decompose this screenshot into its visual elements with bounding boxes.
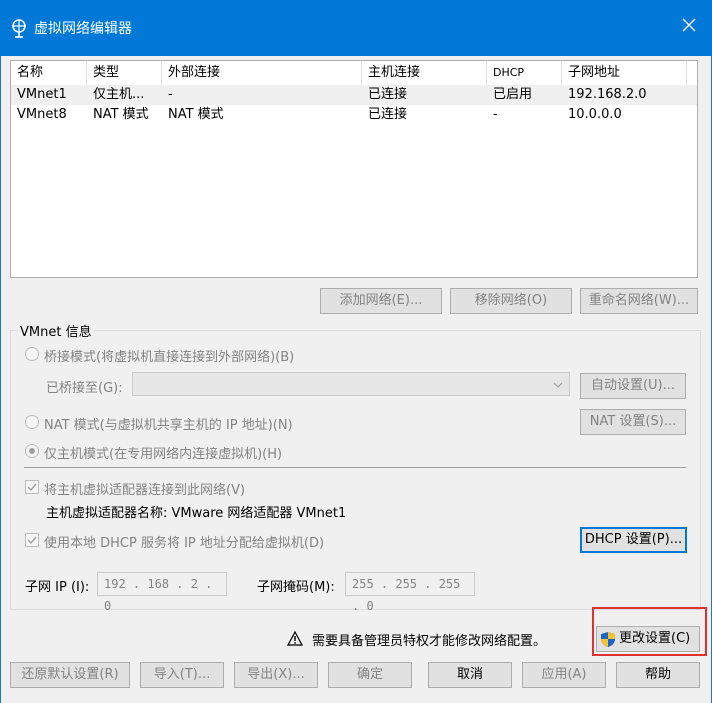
use-dhcp-checkbox[interactable] [25, 533, 39, 547]
dhcp-settings-button[interactable]: DHCP 设置(P)... [580, 527, 687, 553]
title-bar: 虚拟网络编辑器 [0, 0, 712, 56]
column-header-external[interactable]: 外部连接 [162, 61, 362, 85]
nat-settings-button[interactable]: NAT 设置(S)... [580, 409, 686, 435]
cell-host: 已连接 [368, 87, 408, 102]
connect-adapter-label[interactable]: 将主机虚拟适配器连接到此网络(V) [44, 479, 245, 498]
admin-warning-text: 需要具备管理员特权才能修改网络配置。 [312, 634, 547, 649]
host-only-mode-label[interactable]: 仅主机模式(在专用网络内连接虚拟机)(H) [44, 443, 282, 462]
use-dhcp-label[interactable]: 使用本地 DHCP 服务将 IP 地址分配给虚拟机(D) [44, 532, 324, 551]
table-row[interactable]: VMnet8 NAT 模式 NAT 模式 已连接 - 10.0.0.0 [11, 105, 697, 125]
add-network-button[interactable]: 添加网络(E)... [320, 288, 442, 314]
highlight-box [592, 607, 707, 656]
table-row[interactable]: VMnet1 仅主机... - 已连接 已启用 192.168.2.0 [11, 85, 697, 105]
column-header-subnet[interactable]: 子网地址 [562, 61, 687, 85]
cell-type: NAT 模式 [93, 107, 149, 122]
window-title: 虚拟网络编辑器 [34, 21, 132, 37]
column-header-host[interactable]: 主机连接 [362, 61, 487, 85]
chevron-down-icon [553, 379, 563, 394]
help-button[interactable]: 帮助 [616, 662, 700, 688]
cell-external: NAT 模式 [168, 107, 224, 122]
adapter-name-text: 主机虚拟适配器名称: VMware 网络适配器 VMnet1 [46, 506, 347, 521]
subnet-ip-label: 子网 IP (I): [25, 580, 90, 595]
subnet-mask-label: 子网掩码(M): [257, 580, 335, 595]
rename-network-button[interactable]: 重命名网络(W)... [580, 288, 698, 314]
cell-external: - [168, 87, 173, 102]
column-header-type[interactable]: 类型 [87, 61, 162, 85]
cell-name: VMnet8 [17, 107, 67, 122]
cell-host: 已连接 [368, 107, 408, 122]
apply-button[interactable]: 应用(A) [522, 662, 606, 688]
subnet-ip-field[interactable]: 192 . 168 . 2 . 0 [97, 572, 227, 613]
column-header-name[interactable]: 名称 [11, 61, 87, 85]
nat-mode-label[interactable]: NAT 模式(与虚拟机共享主机的 IP 地址)(N) [44, 414, 293, 433]
list-header: 名称 类型 外部连接 主机连接 DHCP 子网地址 [11, 61, 697, 85]
bridged-to-select[interactable] [132, 372, 570, 396]
bridged-to-label: 已桥接至(G): [46, 381, 123, 396]
connect-adapter-checkbox[interactable] [25, 480, 39, 494]
export-button[interactable]: 导出(X)... [234, 662, 318, 688]
cell-dhcp: 已启用 [493, 87, 533, 102]
cell-subnet: 192.168.2.0 [568, 87, 647, 102]
cell-name: VMnet1 [17, 87, 67, 102]
restore-defaults-button[interactable]: 还原默认设置(R) [10, 662, 130, 688]
subnet-mask-field[interactable]: 255 . 255 . 255 . 0 [345, 572, 475, 613]
column-header-dhcp[interactable]: DHCP [487, 61, 562, 85]
host-only-mode-radio[interactable] [25, 444, 39, 458]
cell-dhcp: - [493, 107, 498, 122]
ok-button[interactable]: 确定 [328, 662, 412, 688]
remove-network-button[interactable]: 移除网络(O) [450, 288, 572, 314]
divider [24, 467, 686, 468]
vmware-network-icon [10, 18, 28, 38]
cell-subnet: 10.0.0.0 [568, 107, 622, 122]
network-list[interactable]: 名称 类型 外部连接 主机连接 DHCP 子网地址 VMnet1 仅主机... … [10, 60, 698, 278]
cell-type: 仅主机... [93, 87, 145, 102]
auto-settings-button[interactable]: 自动设置(U)... [580, 373, 686, 399]
vmnet-info-title: VMnet 信息 [18, 321, 94, 340]
import-button[interactable]: 导入(T)... [140, 662, 224, 688]
cancel-button[interactable]: 取消 [428, 662, 512, 688]
bridge-mode-label[interactable]: 桥接模式(将虚拟机直接连接到外部网络)(B) [44, 346, 294, 365]
close-icon[interactable] [680, 16, 698, 34]
nat-mode-radio[interactable] [25, 415, 39, 429]
warning-icon [286, 630, 304, 650]
bridge-mode-radio[interactable] [25, 347, 39, 361]
